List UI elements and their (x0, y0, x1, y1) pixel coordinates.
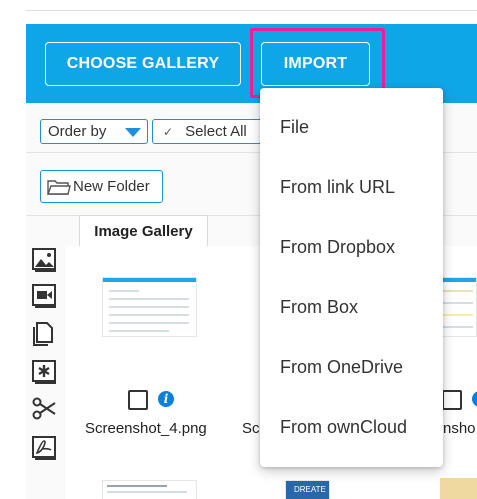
gallery-page: CHOOSE GALLERY IMPORT Order by ✓ Select … (0, 0, 477, 499)
menu-item-box[interactable]: From Box (280, 297, 358, 318)
thumbnail-line (443, 314, 473, 316)
thumbnail-line (109, 330, 169, 332)
image-thumbnail[interactable]: DREATE (285, 480, 330, 499)
thumbnail-line (107, 491, 187, 493)
order-by-select[interactable]: Order by (40, 119, 148, 144)
top-divider (26, 10, 477, 11)
scissors-icon[interactable] (30, 394, 58, 422)
image-thumbnail[interactable] (102, 480, 197, 499)
file-name: Screenshot_4.png (85, 420, 207, 437)
image-thumbnail[interactable] (438, 277, 477, 337)
menu-item-file[interactable]: File (280, 117, 309, 138)
tab-image-gallery[interactable]: Image Gallery (79, 215, 208, 246)
thumbnail-line (109, 298, 189, 300)
thumbnail-line (109, 306, 189, 308)
thumbnail-caption: DREATE (294, 485, 326, 494)
thumbnail-line (109, 290, 139, 292)
file-name: nsho (443, 420, 476, 437)
file-name: Sc (242, 420, 260, 437)
thumbnail-line (109, 314, 189, 316)
thumbnail-line (107, 485, 167, 487)
order-by-label: Order by (48, 123, 107, 140)
new-folder-button[interactable]: New Folder (40, 170, 163, 203)
image-icon[interactable] (30, 246, 58, 274)
document-icon[interactable] (30, 320, 58, 348)
thumbnail-line (443, 326, 473, 328)
caret-down-icon (125, 128, 141, 137)
info-icon[interactable]: i (158, 391, 174, 407)
pdf-icon[interactable] (30, 434, 58, 462)
thumbnail-line (109, 322, 189, 324)
image-thumbnail[interactable] (102, 277, 197, 337)
folder-icon (47, 179, 71, 195)
image-thumbnail[interactable] (440, 478, 477, 499)
file-checkbox[interactable] (128, 390, 148, 410)
choose-gallery-button[interactable]: CHOOSE GALLERY (45, 42, 241, 86)
menu-item-dropbox[interactable]: From Dropbox (280, 237, 395, 258)
import-dropdown-menu: File From link URL From Dropbox From Box… (260, 88, 443, 467)
select-all-label: Select All (185, 123, 247, 140)
check-icon: ✓ (163, 124, 174, 139)
media-type-toolbar (26, 234, 64, 499)
thumbnail-line (443, 290, 473, 292)
menu-item-link-url[interactable]: From link URL (280, 177, 395, 198)
video-icon[interactable] (30, 282, 58, 310)
thumbnail-line (443, 302, 473, 304)
thumbnail-header-bar (103, 278, 196, 282)
menu-item-onedrive[interactable]: From OneDrive (280, 357, 403, 378)
file-checkbox[interactable] (442, 390, 462, 410)
select-all-button[interactable]: ✓ Select All (152, 119, 268, 144)
asterisk-icon[interactable] (30, 358, 58, 386)
menu-item-owncloud[interactable]: From ownCloud (280, 417, 407, 438)
new-folder-label: New Folder (73, 178, 150, 195)
thumbnail-header-bar (439, 278, 476, 282)
